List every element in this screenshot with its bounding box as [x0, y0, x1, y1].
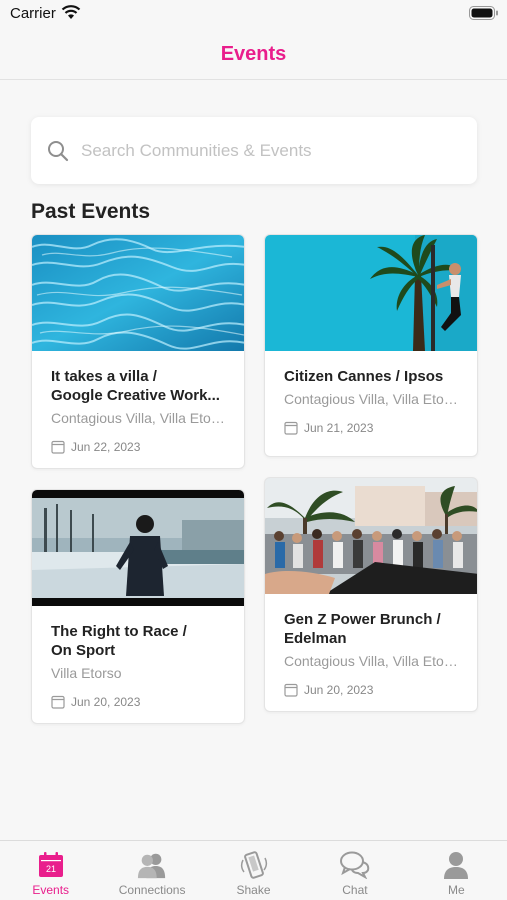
event-title: It takes a villa / Google Creative Work.… — [51, 368, 220, 404]
event-date: Jun 20, 2023 — [51, 695, 225, 709]
event-location: Contagious Villa, Villa Etors... — [284, 391, 458, 407]
event-location: Contagious Villa, Villa Etors... — [51, 410, 225, 426]
calendar-day-badge: 21 — [46, 864, 56, 874]
event-date: Jun 20, 2023 — [284, 683, 458, 697]
search-input[interactable] — [81, 140, 451, 161]
event-card[interactable]: The Right to Race / On Sport Villa Etors… — [31, 489, 245, 724]
status-bar: Carrier — [0, 0, 507, 30]
tab-me[interactable]: Me — [406, 841, 507, 900]
calendar-icon — [284, 683, 298, 697]
battery-icon — [469, 6, 498, 20]
tab-chat[interactable]: Chat — [304, 841, 405, 900]
event-location: Villa Etorso — [51, 665, 122, 681]
calendar-icon — [284, 421, 298, 435]
wifi-icon — [61, 5, 81, 19]
tab-bar: 21 Events Connections Shake Chat Me — [0, 840, 507, 900]
calendar-icon — [51, 695, 65, 709]
nav-bar: Events — [0, 30, 507, 80]
event-card[interactable]: It takes a villa / Google Creative Work.… — [31, 234, 245, 469]
event-title: Citizen Cannes / Ipsos — [284, 368, 444, 385]
people-icon — [137, 850, 167, 880]
section-title: Past Events — [31, 200, 151, 223]
event-image-pool — [32, 235, 244, 351]
tab-shake[interactable]: Shake — [203, 841, 304, 900]
chat-bubbles-icon — [339, 850, 370, 880]
shake-phone-icon — [239, 850, 269, 880]
event-date: Jun 21, 2023 — [284, 421, 458, 435]
search-bar[interactable] — [31, 117, 477, 184]
event-card[interactable]: Gen Z Power Brunch / Edelman Contagious … — [264, 477, 478, 712]
search-icon — [48, 140, 69, 161]
calendar-icon: 21 — [36, 850, 66, 880]
event-image-runner — [32, 490, 244, 606]
event-image-palm — [265, 235, 477, 351]
event-title: Gen Z Power Brunch / Edelman — [284, 611, 441, 647]
event-date: Jun 22, 2023 — [51, 440, 225, 454]
event-image-crowd — [265, 478, 477, 594]
tab-events[interactable]: 21 Events — [0, 841, 101, 900]
carrier-label: Carrier — [10, 5, 56, 22]
calendar-icon — [51, 440, 65, 454]
person-icon — [441, 850, 471, 880]
tab-connections[interactable]: Connections — [101, 841, 202, 900]
event-title: The Right to Race / On Sport — [51, 623, 187, 659]
page-title: Events — [220, 43, 287, 65]
event-card[interactable]: Citizen Cannes / Ipsos Contagious Villa,… — [264, 234, 478, 457]
event-location: Contagious Villa, Villa Etors... — [284, 653, 458, 669]
